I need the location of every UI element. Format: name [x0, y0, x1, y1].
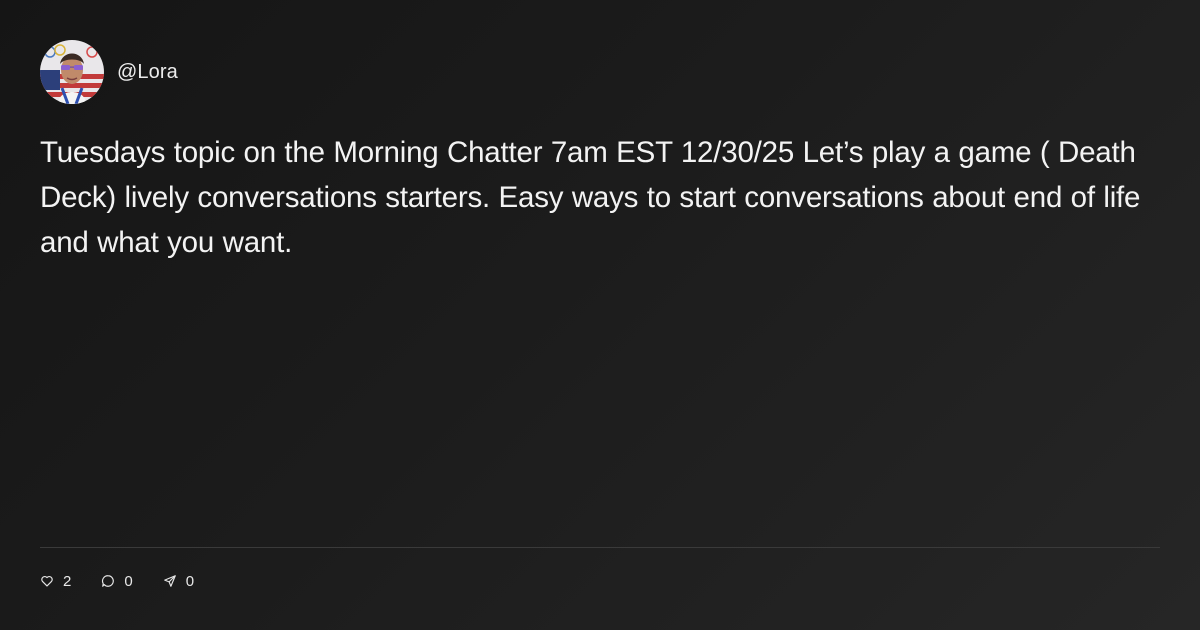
like-button[interactable]: 2 [40, 573, 71, 590]
divider [40, 547, 1160, 548]
heart-icon [40, 574, 54, 588]
post-card: @Lora Tuesdays topic on the Morning Chat… [0, 0, 1200, 630]
comment-icon [101, 574, 115, 588]
like-count: 2 [63, 572, 72, 590]
author-handle[interactable]: @Lora [117, 61, 178, 84]
comment-count: 0 [124, 572, 133, 590]
avatar-image [40, 40, 104, 104]
post-author: @Lora [40, 40, 178, 104]
avatar[interactable] [40, 40, 104, 104]
comment-button[interactable]: 0 [101, 572, 133, 590]
share-count: 0 [185, 572, 195, 590]
post-actions: 2 0 0 [40, 570, 224, 592]
share-button[interactable]: 0 [163, 573, 194, 590]
post-text: Tuesdays topic on the Morning Chatter 7a… [40, 136, 1141, 259]
send-icon [163, 574, 177, 588]
